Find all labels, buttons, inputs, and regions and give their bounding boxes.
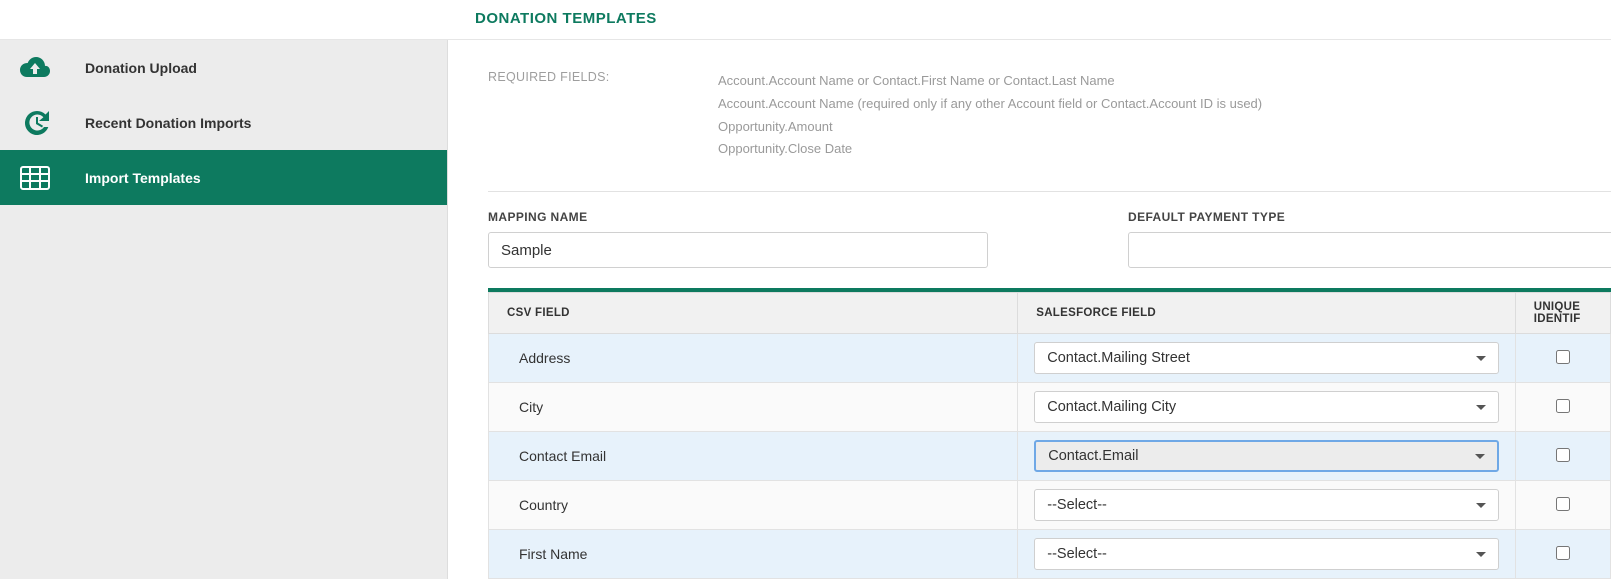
payment-type-label: DEFAULT PAYMENT TYPE [1128, 210, 1611, 224]
mapping-name-input[interactable] [488, 232, 988, 268]
sf-field-cell: Contact.Mailing City [1018, 383, 1515, 432]
col-header-csv: CSV FIELD [489, 293, 1018, 334]
table-row: Contact Email Contact.Email [489, 432, 1611, 481]
payment-type-group: DEFAULT PAYMENT TYPE [1128, 210, 1611, 268]
table-row: City Contact.Mailing City [489, 383, 1611, 432]
sidebar-item-label: Import Templates [85, 170, 201, 186]
top-bar: DONATION TEMPLATES [0, 0, 1611, 40]
uid-cell [1515, 383, 1610, 432]
mapping-name-label: MAPPING NAME [488, 210, 988, 224]
sf-field-cell: Contact.Email [1018, 432, 1515, 481]
sidebar-item-label: Recent Donation Imports [85, 115, 251, 131]
col-header-uid: UNIQUE IDENTIF [1515, 293, 1610, 334]
mapping-name-group: MAPPING NAME [488, 210, 988, 268]
form-row: MAPPING NAME DEFAULT PAYMENT TYPE [488, 210, 1611, 268]
uid-checkbox[interactable] [1556, 497, 1570, 511]
history-icon [15, 103, 55, 143]
payment-type-input[interactable] [1128, 232, 1611, 268]
chevron-down-icon [1476, 552, 1486, 557]
divider [488, 191, 1611, 192]
chevron-down-icon [1475, 454, 1485, 459]
sidebar-item-label: Donation Upload [85, 60, 197, 76]
csv-field-cell: First Name [489, 530, 1018, 579]
uid-cell [1515, 530, 1610, 579]
sf-field-value: --Select-- [1047, 497, 1107, 513]
sidebar-item-import-templates[interactable]: Import Templates [0, 150, 447, 205]
sidebar-item-donation-upload[interactable]: Donation Upload [0, 40, 447, 95]
sf-field-value: Contact.Email [1048, 448, 1138, 464]
table-row: First Name --Select-- [489, 530, 1611, 579]
table-row: Address Contact.Mailing Street [489, 334, 1611, 383]
uid-checkbox[interactable] [1556, 399, 1570, 413]
page-title: DONATION TEMPLATES [475, 10, 657, 27]
csv-field-cell: Contact Email [489, 432, 1018, 481]
csv-field-cell: Country [489, 481, 1018, 530]
cloud-upload-icon [15, 48, 55, 88]
sf-field-select[interactable]: --Select-- [1034, 538, 1498, 570]
sf-field-value: Contact.Mailing Street [1047, 350, 1190, 366]
chevron-down-icon [1476, 356, 1486, 361]
chevron-down-icon [1476, 503, 1486, 508]
chevron-down-icon [1476, 405, 1486, 410]
sf-field-cell: --Select-- [1018, 530, 1515, 579]
sidebar: Donation Upload Recent Donation Imports … [0, 40, 448, 579]
sidebar-item-recent-imports[interactable]: Recent Donation Imports [0, 95, 447, 150]
uid-cell [1515, 432, 1610, 481]
required-fields-label: REQUIRED FIELDS: [488, 70, 718, 161]
sf-field-select[interactable]: Contact.Mailing City [1034, 391, 1498, 423]
uid-checkbox[interactable] [1556, 448, 1570, 462]
table-icon [15, 158, 55, 198]
required-fields-list: Account.Account Name or Contact.First Na… [718, 70, 1262, 161]
sf-field-cell: Contact.Mailing Street [1018, 334, 1515, 383]
sf-field-select[interactable]: Contact.Mailing Street [1034, 342, 1498, 374]
mapping-table: CSV FIELD SALESFORCE FIELD UNIQUE IDENTI… [488, 288, 1611, 579]
col-header-sf: SALESFORCE FIELD [1018, 293, 1515, 334]
required-field-item: Account.Account Name (required only if a… [718, 93, 1262, 116]
csv-field-cell: Address [489, 334, 1018, 383]
uid-cell [1515, 481, 1610, 530]
required-fields-block: REQUIRED FIELDS: Account.Account Name or… [488, 70, 1611, 161]
required-field-item: Opportunity.Close Date [718, 138, 1262, 161]
content-area: REQUIRED FIELDS: Account.Account Name or… [448, 40, 1611, 579]
required-field-item: Account.Account Name or Contact.First Na… [718, 70, 1262, 93]
csv-field-cell: City [489, 383, 1018, 432]
uid-cell [1515, 334, 1610, 383]
required-field-item: Opportunity.Amount [718, 116, 1262, 139]
sf-field-value: Contact.Mailing City [1047, 399, 1176, 415]
sf-field-select[interactable]: Contact.Email [1034, 440, 1498, 472]
sf-field-cell: --Select-- [1018, 481, 1515, 530]
sf-field-select[interactable]: --Select-- [1034, 489, 1498, 521]
table-row: Country --Select-- [489, 481, 1611, 530]
sf-field-value: --Select-- [1047, 546, 1107, 562]
uid-checkbox[interactable] [1556, 350, 1570, 364]
